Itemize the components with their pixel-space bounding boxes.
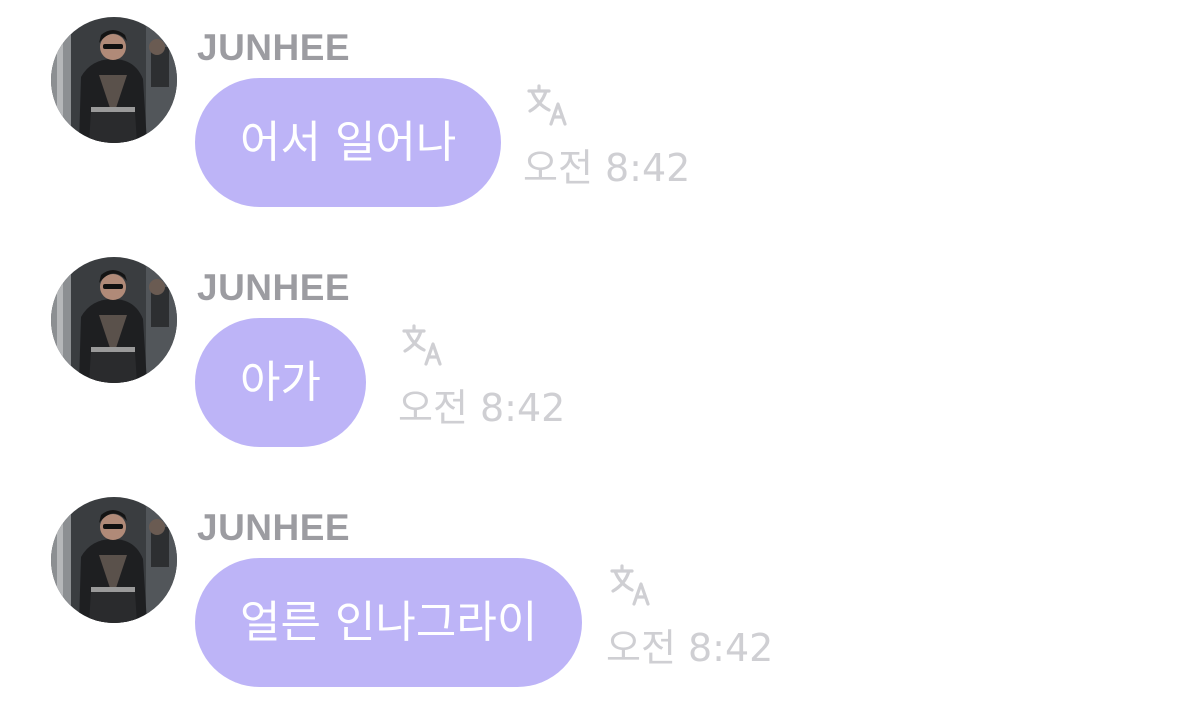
timestamp: 오전 8:42 <box>523 146 691 190</box>
timestamp: 오전 8:42 <box>398 386 566 430</box>
avatar[interactable] <box>51 257 177 383</box>
sender-name: JUNHEE <box>197 27 351 68</box>
message-row: JUNHEE 아가 오전 8:42 <box>0 240 1179 447</box>
message-bubble[interactable]: 아가 <box>195 318 366 447</box>
message-row: JUNHEE 얼른 인나그라이 오전 8:42 <box>0 480 1179 687</box>
sender-name: JUNHEE <box>197 267 351 308</box>
translate-icon[interactable] <box>525 82 571 128</box>
message-bubble[interactable]: 얼른 인나그라이 <box>195 558 583 687</box>
avatar[interactable] <box>51 17 177 143</box>
avatar-image <box>51 17 177 143</box>
timestamp: 오전 8:42 <box>606 626 774 670</box>
avatar[interactable] <box>51 497 177 623</box>
avatar-image <box>51 257 177 383</box>
avatar-image <box>51 497 177 623</box>
message-row: JUNHEE 어서 일어나 오전 8:42 <box>0 0 1179 207</box>
sender-name: JUNHEE <box>197 507 351 548</box>
translate-icon[interactable] <box>608 562 654 608</box>
message-bubble[interactable]: 어서 일어나 <box>195 78 502 207</box>
translate-icon[interactable] <box>400 322 446 368</box>
